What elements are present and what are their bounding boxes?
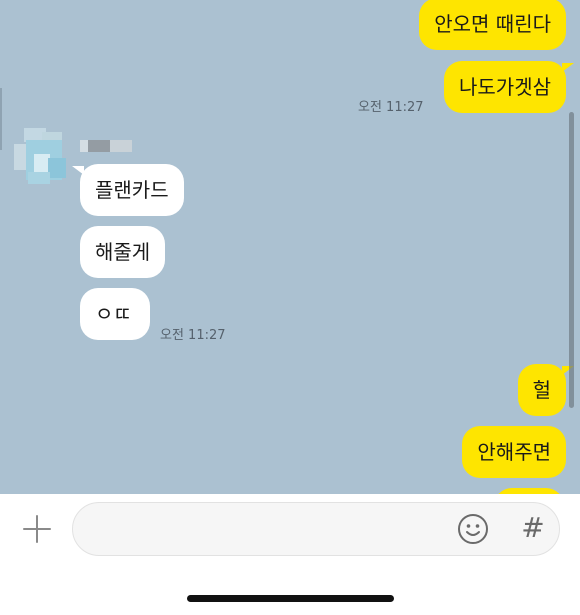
emoji-icon[interactable] <box>457 513 489 545</box>
message-input-container[interactable]: # <box>72 502 560 557</box>
message-text: 안해주면 <box>477 440 551 464</box>
my-message-bubble[interactable]: 안해주면 <box>462 426 566 478</box>
message-text: 해줄게 <box>95 240 151 264</box>
message-timestamp: 오전 11:27 <box>358 100 424 115</box>
input-bar: # <box>0 494 580 615</box>
other-message-bubble[interactable]: 해줄게 <box>80 226 166 278</box>
other-message-bubble[interactable]: 플랜카드 <box>80 164 184 216</box>
message-timestamp: 오전 11:27 <box>160 328 226 343</box>
my-message-bubble[interactable]: 안오면 때린다 <box>419 0 566 50</box>
message-text: ㅇㄸ <box>95 302 132 326</box>
sender-name <box>80 140 136 154</box>
message-input[interactable] <box>91 503 455 557</box>
bubble-tail <box>562 63 574 72</box>
message-text: 플랜카드 <box>95 178 169 202</box>
other-message-bubble[interactable]: ㅇㄸ <box>80 288 150 340</box>
message-text: 헐 <box>532 378 551 402</box>
chat-area[interactable]: 안오면 때린다 나도가겟삼 오전 11:27 플랜카드 해줄게 ㅇㄸ 오전 11… <box>0 0 580 494</box>
message-text: 나도가겟삼 <box>459 75 551 99</box>
plus-icon[interactable] <box>20 512 54 546</box>
message-text: 안오면 때린다 <box>434 12 551 36</box>
hash-icon[interactable]: # <box>518 510 548 546</box>
my-message-bubble[interactable]: 나도가겟삼 <box>444 61 566 113</box>
scrollbar[interactable] <box>569 112 574 408</box>
edge-divider <box>0 88 2 150</box>
my-message-bubble[interactable]: 헐 <box>517 364 566 416</box>
sender-avatar[interactable] <box>14 128 70 186</box>
home-indicator <box>187 595 394 602</box>
